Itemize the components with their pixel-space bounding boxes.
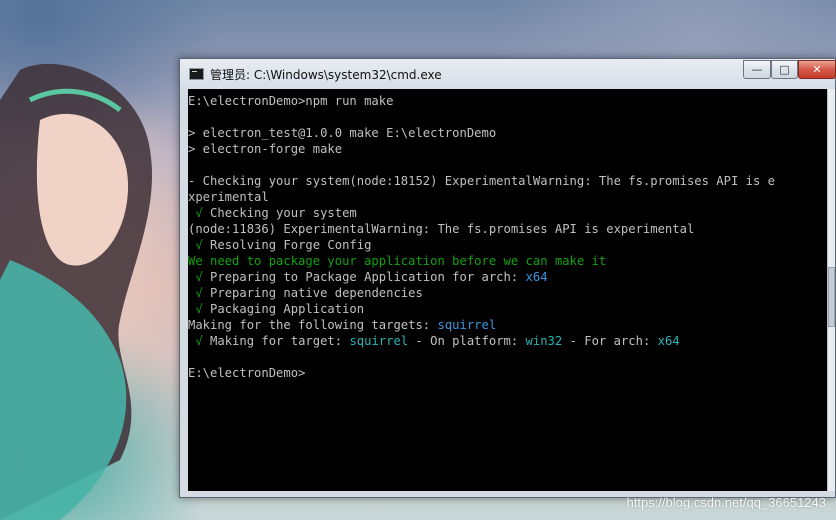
console-line: √ Making for target: squirrel - On platf… xyxy=(188,333,828,349)
console-line: > electron-forge make xyxy=(188,141,828,157)
wallpaper-character-art xyxy=(0,63,153,520)
window-titlebar[interactable]: 管理员: C:\Windows\system32\cmd.exe — □ ✕ xyxy=(180,59,836,89)
console-segment: We need to package your application befo… xyxy=(188,254,607,268)
console-line: E:\electronDemo>npm run make xyxy=(188,93,828,109)
console-segment: E:\electronDemo> xyxy=(188,366,306,380)
console-segment: Checking your system xyxy=(202,206,357,220)
cmd-console-icon xyxy=(189,68,204,80)
maximize-icon: □ xyxy=(779,63,790,76)
console-segment: squirrel xyxy=(437,318,497,332)
console-line: √ Packaging Application xyxy=(188,301,828,317)
console-segment: squirrel xyxy=(349,334,409,348)
console-segment: E:\electronDemo>npm run make xyxy=(188,94,394,108)
close-icon: ✕ xyxy=(812,63,822,76)
console-segment: - On platform: xyxy=(408,334,526,348)
console-segment: √ xyxy=(188,238,203,252)
console-line: √ Resolving Forge Config xyxy=(188,237,828,253)
console-output[interactable]: E:\electronDemo>npm run make > electron_t… xyxy=(188,89,828,491)
console-segment: √ xyxy=(188,286,203,300)
console-line: √ Preparing to Package Application for a… xyxy=(188,269,828,285)
console-segment: √ xyxy=(188,302,203,316)
console-line: √ Preparing native dependencies xyxy=(188,285,828,301)
window-title: 管理员: C:\Windows\system32\cmd.exe xyxy=(210,68,442,82)
console-segment: - Checking your system(node:18152) Exper… xyxy=(188,174,775,188)
scrollbar-thumb[interactable] xyxy=(828,267,835,327)
console-segment: (node:11836) ExperimentalWarning: The fs… xyxy=(188,222,695,236)
console-line: > electron_test@1.0.0 make E:\electronDe… xyxy=(188,125,828,141)
console-segment: > electron_test@1.0.0 make E:\electronDe… xyxy=(188,126,497,140)
console-segment: x64 xyxy=(657,334,680,348)
console-text: E:\electronDemo>npm run make > electron_t… xyxy=(188,89,828,381)
minimize-button[interactable]: — xyxy=(743,60,771,79)
cmd-window[interactable]: 管理员: C:\Windows\system32\cmd.exe — □ ✕ E… xyxy=(179,58,836,498)
console-segment: Making for target: xyxy=(202,334,350,348)
close-button[interactable]: ✕ xyxy=(798,60,836,79)
console-segment: Packaging Application xyxy=(202,302,365,316)
console-segment: √ xyxy=(188,334,203,348)
maximize-button[interactable]: □ xyxy=(771,60,798,79)
console-segment: > electron-forge make xyxy=(188,142,343,156)
console-segment: Preparing native dependencies xyxy=(202,286,423,300)
console-line: - Checking your system(node:18152) Exper… xyxy=(188,173,828,189)
minimize-icon: — xyxy=(751,63,763,76)
console-segment: Resolving Forge Config xyxy=(202,238,372,252)
console-line: Making for the following targets: squirr… xyxy=(188,317,828,333)
console-segment: - For arch: xyxy=(562,334,658,348)
console-line: xperimental xyxy=(188,189,828,205)
console-line: We need to package your application befo… xyxy=(188,253,828,269)
watermark-text: https://blog.csdn.net/qq_36651243 xyxy=(626,495,827,510)
console-line: (node:11836) ExperimentalWarning: The fs… xyxy=(188,221,828,237)
console-segment: xperimental xyxy=(188,190,269,204)
console-segment: √ xyxy=(188,206,203,220)
console-line: E:\electronDemo> xyxy=(188,365,828,381)
console-segment: x64 xyxy=(525,270,548,284)
console-segment: win32 xyxy=(525,334,563,348)
console-line: √ Checking your system xyxy=(188,205,828,221)
console-segment: √ xyxy=(188,270,203,284)
console-segment: Preparing to Package Application for arc… xyxy=(202,270,526,284)
vertical-scrollbar[interactable] xyxy=(827,89,835,491)
console-segment: Making for the following targets: xyxy=(188,318,438,332)
